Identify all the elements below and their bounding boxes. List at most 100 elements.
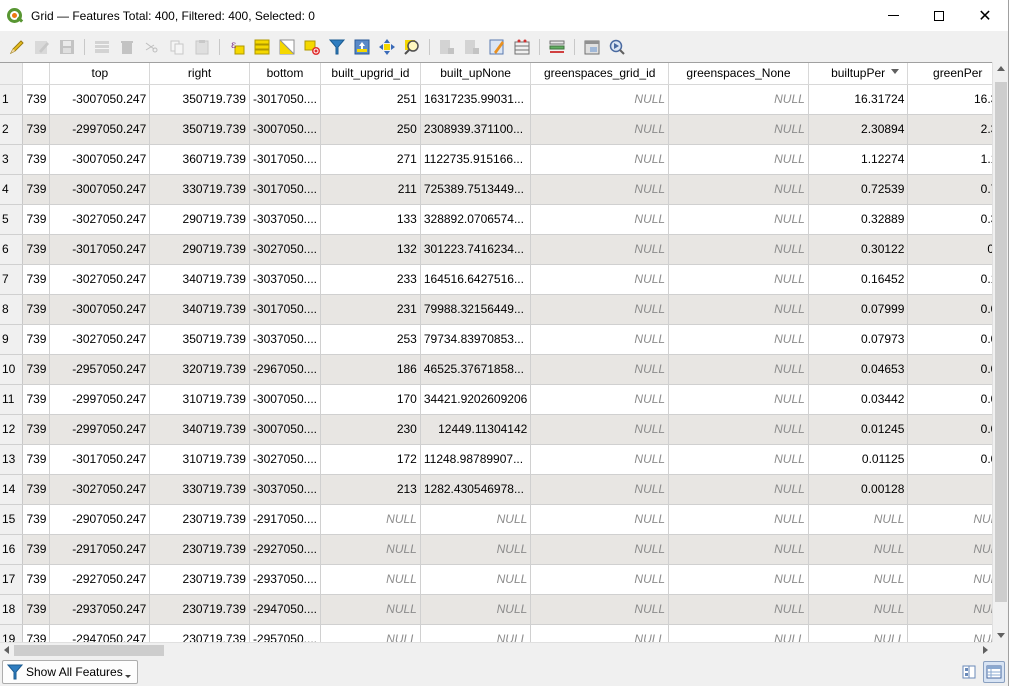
pan-to-selected-button[interactable] xyxy=(375,35,398,58)
cell-top[interactable]: -2997050.247 xyxy=(49,114,151,145)
cell-greenspaces_None[interactable]: NULL xyxy=(668,444,809,475)
cell-partial[interactable]: 739 xyxy=(22,234,51,265)
table-row[interactable]: 15 739 -2907050.247 230719.739 -2917050.... N… xyxy=(0,504,1008,535)
cell-built_upNone[interactable]: 1282.430546978... xyxy=(420,474,532,505)
cell-bottom[interactable]: -2927050.... xyxy=(249,534,322,565)
cell-bottom[interactable]: -2967050.... xyxy=(249,354,322,385)
cell-greenspaces_None[interactable]: NULL xyxy=(668,114,809,145)
cell-right[interactable]: 330719.739 xyxy=(149,174,250,205)
horizontal-scrollbar[interactable] xyxy=(0,642,992,657)
cell-builtupPer[interactable]: 0.03442 xyxy=(808,384,909,415)
cell-bottom[interactable]: -3007050.... xyxy=(249,414,322,445)
cell-top[interactable]: -3027050.247 xyxy=(49,264,151,295)
cell-top[interactable]: -3027050.247 xyxy=(49,324,151,355)
cell-right[interactable]: 320719.739 xyxy=(149,354,250,385)
horizontal-scroll-thumb[interactable] xyxy=(14,645,164,656)
cell-builtupPer[interactable]: NULL xyxy=(808,534,909,565)
zoom-to-selected-button[interactable] xyxy=(400,35,423,58)
delete-field-button[interactable] xyxy=(460,35,483,58)
cell-right[interactable]: 230719.739 xyxy=(149,504,250,535)
cell-builtupPer[interactable]: 0.04653 xyxy=(808,354,909,385)
cell-builtupPer[interactable]: 0.32889 xyxy=(808,204,909,235)
cell-built_upgrid_id[interactable]: 211 xyxy=(320,174,421,205)
cell-greenspaces_None[interactable]: NULL xyxy=(668,264,809,295)
row-number-header[interactable]: 18 xyxy=(0,594,24,625)
cell-right[interactable]: 340719.739 xyxy=(149,264,250,295)
cell-partial[interactable]: 739 xyxy=(22,354,51,385)
cell-builtupPer[interactable]: 0.16452 xyxy=(808,264,909,295)
cell-right[interactable]: 310719.739 xyxy=(149,384,250,415)
conditional-formatting-button[interactable] xyxy=(510,35,533,58)
cell-built_upNone[interactable]: 16317235.99031... xyxy=(420,84,532,115)
row-number-header[interactable]: 10 xyxy=(0,354,24,385)
table-row[interactable]: 7 739 -3027050.247 340719.739 -3037050.... 23… xyxy=(0,264,1008,295)
deselect-all-button[interactable] xyxy=(300,35,323,58)
maximize-button[interactable] xyxy=(916,0,962,31)
cell-built_upNone[interactable]: 46525.37671858... xyxy=(420,354,532,385)
row-number-header[interactable]: 2 xyxy=(0,114,24,145)
table-row[interactable]: 9 739 -3027050.247 350719.739 -3037050.... 25… xyxy=(0,324,1008,355)
cell-greenspaces_grid_id[interactable]: NULL xyxy=(530,234,670,265)
cell-bottom[interactable]: -2917050.... xyxy=(249,504,322,535)
row-number-header[interactable]: 6 xyxy=(0,234,24,265)
cell-greenspaces_grid_id[interactable]: NULL xyxy=(530,114,670,145)
column-header-right[interactable]: right xyxy=(149,63,250,85)
field-calculator-button[interactable] xyxy=(485,35,508,58)
cell-top[interactable]: -3007050.247 xyxy=(49,294,151,325)
move-selection-top-button[interactable] xyxy=(350,35,373,58)
cell-greenspaces_grid_id[interactable]: NULL xyxy=(530,444,670,475)
cell-built_upgrid_id[interactable]: 213 xyxy=(320,474,421,505)
title-bar[interactable]: Grid — Features Total: 400, Filtered: 40… xyxy=(0,0,1008,31)
row-number-header[interactable]: 7 xyxy=(0,264,24,295)
table-row[interactable]: 12 739 -2997050.247 340719.739 -3007050.... 2… xyxy=(0,414,1008,445)
cell-built_upNone[interactable]: 2308939.371100... xyxy=(420,114,532,145)
cell-right[interactable]: 230719.739 xyxy=(149,594,250,625)
row-number-header[interactable]: 8 xyxy=(0,294,24,325)
cell-built_upNone[interactable]: NULL xyxy=(420,564,532,595)
cell-greenspaces_None[interactable]: NULL xyxy=(668,474,809,505)
organize-columns-button[interactable] xyxy=(545,35,568,58)
cell-built_upNone[interactable]: 79988.32156449... xyxy=(420,294,532,325)
row-number-header[interactable]: 12 xyxy=(0,414,24,445)
cell-bottom[interactable]: -3017050.... xyxy=(249,144,322,175)
cell-greenspaces_grid_id[interactable]: NULL xyxy=(530,534,670,565)
cell-partial[interactable]: 739 xyxy=(22,174,51,205)
row-number-header[interactable]: 11 xyxy=(0,384,24,415)
cell-builtupPer[interactable]: 0.00128 xyxy=(808,474,909,505)
cell-builtupPer[interactable]: 0.01245 xyxy=(808,414,909,445)
cell-built_upgrid_id[interactable]: 231 xyxy=(320,294,421,325)
cell-bottom[interactable]: -3007050.... xyxy=(249,384,322,415)
cell-built_upNone[interactable]: 11248.98789907... xyxy=(420,444,532,475)
table-row[interactable]: 2 739 -2997050.247 350719.739 -3007050.... 25… xyxy=(0,114,1008,145)
cell-greenspaces_grid_id[interactable]: NULL xyxy=(530,324,670,355)
cell-partial[interactable]: 739 xyxy=(22,294,51,325)
cell-bottom[interactable]: -2947050.... xyxy=(249,594,322,625)
cell-greenspaces_grid_id[interactable]: NULL xyxy=(530,204,670,235)
table-row[interactable]: 1 739 -3007050.247 350719.739 -3017050.... 25… xyxy=(0,84,1008,115)
cell-bottom[interactable]: -3017050.... xyxy=(249,294,322,325)
cell-partial[interactable]: 739 xyxy=(22,414,51,445)
copy-selected-button[interactable] xyxy=(165,35,188,58)
invert-selection-button[interactable] xyxy=(275,35,298,58)
filter-select-button[interactable] xyxy=(325,35,348,58)
cell-right[interactable]: 230719.739 xyxy=(149,564,250,595)
cell-greenspaces_grid_id[interactable]: NULL xyxy=(530,294,670,325)
delete-selected-button[interactable] xyxy=(115,35,138,58)
cell-built_upgrid_id[interactable]: 186 xyxy=(320,354,421,385)
cell-greenspaces_None[interactable]: NULL xyxy=(668,504,809,535)
cell-greenspaces_grid_id[interactable]: NULL xyxy=(530,264,670,295)
table-row[interactable]: 11 739 -2997050.247 310719.739 -3007050.... 1… xyxy=(0,384,1008,415)
cell-built_upgrid_id[interactable]: NULL xyxy=(320,594,421,625)
cell-top[interactable]: -2997050.247 xyxy=(49,384,151,415)
cell-bottom[interactable]: -3007050.... xyxy=(249,114,322,145)
cell-builtupPer[interactable]: 2.30894 xyxy=(808,114,909,145)
cell-right[interactable]: 290719.739 xyxy=(149,234,250,265)
cell-built_upNone[interactable]: 164516.6427516... xyxy=(420,264,532,295)
cell-bottom[interactable]: -3037050.... xyxy=(249,324,322,355)
cell-built_upNone[interactable]: 328892.0706574... xyxy=(420,204,532,235)
table-row[interactable]: 5 739 -3027050.247 290719.739 -3037050.... 13… xyxy=(0,204,1008,235)
scroll-down-arrow-icon[interactable] xyxy=(997,633,1005,638)
cell-greenspaces_grid_id[interactable]: NULL xyxy=(530,414,670,445)
corner-header[interactable] xyxy=(0,63,24,85)
cell-right[interactable]: 350719.739 xyxy=(149,324,250,355)
